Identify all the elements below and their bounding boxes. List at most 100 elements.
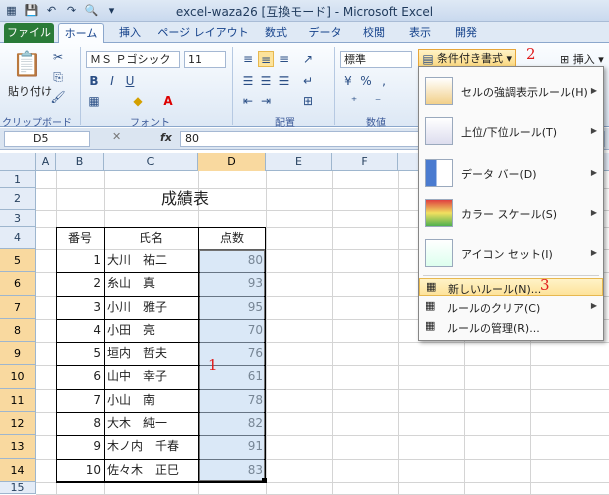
row-header-6[interactable]: 6	[0, 272, 36, 296]
cell-name[interactable]: 小田 亮	[104, 319, 198, 341]
menu-icon-sets[interactable]: アイコン セット(I) ▶	[419, 235, 603, 271]
cell-number[interactable]: 5	[56, 342, 104, 364]
tab-page-layout[interactable]: ページ レイアウト	[156, 23, 250, 43]
row-header-7[interactable]: 7	[0, 296, 36, 319]
font-color-icon[interactable]: A	[160, 93, 176, 109]
menu-data-bars[interactable]: データ バー(D) ▶	[419, 155, 603, 191]
row-header-2[interactable]: 2	[0, 188, 36, 210]
cell-number[interactable]: 3	[56, 296, 104, 318]
tab-insert[interactable]: 挿入	[110, 23, 150, 43]
row-header-10[interactable]: 10	[0, 365, 36, 389]
fx-icon[interactable]: fx	[160, 131, 172, 144]
bold-icon[interactable]: B	[86, 73, 102, 89]
cancel-icon[interactable]: ✕	[112, 130, 128, 146]
text-orientation-icon[interactable]: ↗	[300, 51, 316, 67]
font-name-combo[interactable]: ＭＳ Ｐゴシック	[86, 51, 180, 68]
fill-color-icon[interactable]: ◆	[130, 93, 146, 109]
tab-file[interactable]: ファイル	[4, 23, 54, 43]
align-center-icon[interactable]: ☰	[258, 73, 274, 89]
menu-color-scales[interactable]: カラー スケール(S) ▶	[419, 195, 603, 231]
indent-decrease-icon[interactable]: ⇤	[240, 93, 256, 109]
merge-center-icon[interactable]: ⊞	[300, 93, 316, 109]
align-bottom-icon[interactable]: ≡	[276, 51, 292, 67]
cell-number[interactable]: 1	[56, 249, 104, 271]
menu-top-bottom-rules[interactable]: 上位/下位ルール(T) ▶	[419, 113, 603, 149]
align-left-icon[interactable]: ☰	[240, 73, 256, 89]
paste-icon[interactable]: 📋	[12, 49, 42, 79]
row-header-8[interactable]: 8	[0, 319, 36, 342]
percent-icon[interactable]: %	[358, 73, 374, 89]
row-header-4[interactable]: 4	[0, 227, 36, 249]
underline-icon[interactable]: U	[122, 73, 138, 89]
title-bar: ▦ 💾 ↶ ↷ 🔍 ▾ excel-waza26 [互換モード] - Micro…	[0, 0, 609, 22]
tab-data[interactable]: データ	[302, 23, 348, 43]
menu-new-rule[interactable]: ▦ 新しいルール(N)...	[419, 278, 603, 296]
cell-name[interactable]: 山中 幸子	[104, 365, 198, 387]
menu-top-bottom-label: 上位/下位ルール(T)	[461, 126, 558, 139]
row-header-14[interactable]: 14	[0, 459, 36, 482]
indent-increase-icon[interactable]: ⇥	[258, 93, 274, 109]
row-header-3[interactable]: 3	[0, 210, 36, 227]
increase-decimal-icon[interactable]: ⁺	[346, 93, 362, 109]
tab-home[interactable]: ホーム	[58, 23, 104, 43]
cell-name[interactable]: 小山 南	[104, 389, 198, 411]
cell-name[interactable]: 木ノ内 千春	[104, 435, 198, 457]
format-painter-icon[interactable]: 🖌	[50, 89, 66, 105]
align-right-icon[interactable]: ☰	[276, 73, 292, 89]
currency-icon[interactable]: ¥	[340, 73, 356, 89]
cell-name[interactable]: 糸山 真	[104, 272, 198, 294]
submenu-arrow-icon: ▶	[590, 248, 597, 257]
tab-formulas[interactable]: 数式	[256, 23, 296, 43]
select-all-corner[interactable]	[0, 153, 36, 171]
font-size-combo[interactable]: 11	[184, 51, 226, 68]
cell-number[interactable]: 8	[56, 412, 104, 434]
copy-icon[interactable]: ⎘	[50, 69, 66, 85]
cell-name[interactable]: 大木 純一	[104, 412, 198, 434]
menu-clear-rules[interactable]: ▦ ルールのクリア(C) ▶	[419, 298, 603, 316]
cell-name[interactable]: 大川 祐二	[104, 249, 198, 271]
row-header-5[interactable]: 5	[0, 249, 36, 272]
cut-icon[interactable]: ✂	[50, 49, 66, 65]
cell-name[interactable]: 佐々木 正巳	[104, 459, 198, 481]
row-header-1[interactable]: 1	[0, 171, 36, 188]
column-header-c[interactable]: C	[104, 153, 198, 171]
cell-name[interactable]: 垣内 哲夫	[104, 342, 198, 364]
italic-icon[interactable]: I	[104, 73, 120, 89]
decrease-decimal-icon[interactable]: ⁻	[370, 93, 386, 109]
border-icon[interactable]: ▦	[86, 93, 102, 109]
tab-developer[interactable]: 開発	[446, 23, 486, 43]
data-bars-icon	[425, 159, 453, 187]
menu-highlight-rules[interactable]: セルの強調表示ルール(H) ▶	[419, 73, 603, 109]
name-box[interactable]: D5	[4, 131, 90, 147]
sheet-title[interactable]: 成績表	[104, 188, 266, 210]
cell-number[interactable]: 6	[56, 365, 104, 387]
tab-review[interactable]: 校閲	[354, 23, 394, 43]
cell-number[interactable]: 4	[56, 319, 104, 341]
tab-view[interactable]: 表示	[400, 23, 440, 43]
ribbon-tabs: ファイル ホーム 挿入 ページ レイアウト 数式 データ 校閲 表示 開発	[0, 22, 609, 43]
column-header-f[interactable]: F	[332, 153, 398, 171]
row-header-11[interactable]: 11	[0, 389, 36, 412]
cell-number[interactable]: 9	[56, 435, 104, 457]
row-header-13[interactable]: 13	[0, 435, 36, 459]
column-header-b[interactable]: B	[56, 153, 104, 171]
column-header-e[interactable]: E	[266, 153, 332, 171]
column-header-d[interactable]: D	[198, 153, 266, 171]
wrap-text-icon[interactable]: ↵	[300, 73, 316, 89]
row-header-12[interactable]: 12	[0, 412, 36, 435]
cell-name[interactable]: 小川 雅子	[104, 296, 198, 318]
comma-icon[interactable]: ,	[376, 73, 392, 89]
cell-number[interactable]: 10	[56, 459, 104, 481]
menu-manage-rules[interactable]: ▦ ルールの管理(R)...	[419, 318, 603, 336]
row-header-9[interactable]: 9	[0, 342, 36, 365]
insert-button[interactable]: ⊞ 挿入 ▾	[560, 51, 604, 67]
cell-number[interactable]: 7	[56, 389, 104, 411]
fill-handle[interactable]	[262, 478, 267, 483]
row-header-15[interactable]: 15	[0, 482, 36, 494]
paste-button[interactable]: 貼り付け	[8, 83, 52, 99]
align-top-icon[interactable]: ≡	[240, 51, 256, 67]
align-middle-icon[interactable]: ≡	[258, 51, 274, 67]
cell-number[interactable]: 2	[56, 272, 104, 294]
column-header-a[interactable]: A	[36, 153, 56, 171]
number-format-combo[interactable]: 標準	[340, 51, 412, 68]
